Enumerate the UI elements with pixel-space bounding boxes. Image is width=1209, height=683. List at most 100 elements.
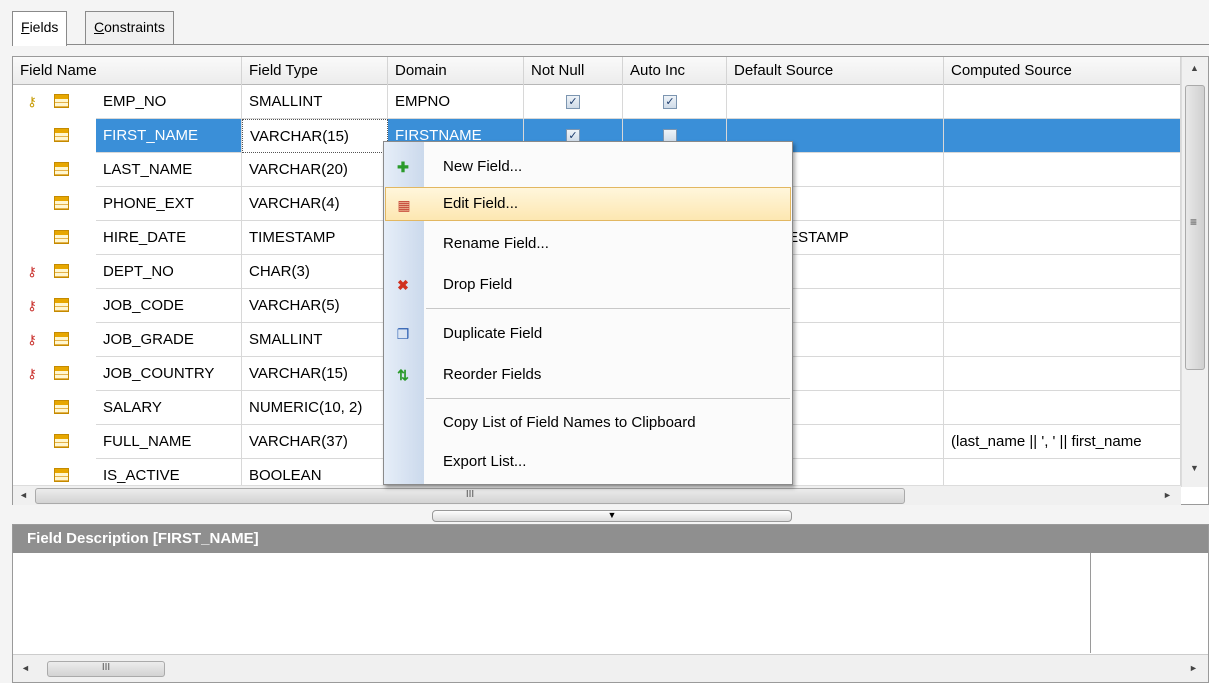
field-type-cell[interactable]: VARCHAR(15) [242, 119, 388, 153]
menu-item-edit-field-label: Edit Field... [443, 195, 519, 212]
field-type-cell[interactable]: SMALLINT [242, 85, 388, 119]
context-menu: ✚ New Field... ▦ Edit Field... Rename Fi… [383, 141, 793, 485]
tab-fields-accel: F [21, 19, 30, 35]
menu-item-new-field[interactable]: ✚ New Field... [385, 150, 791, 184]
field-type-cell[interactable]: VARCHAR(5) [242, 289, 388, 323]
field-icon [54, 366, 69, 380]
drop-field-icon: ✖ [397, 277, 409, 293]
row-icon-cell [13, 425, 96, 459]
vertical-scrollbar[interactable]: ▲ ≡ ▼ [1181, 57, 1208, 487]
computed-source-cell[interactable] [944, 221, 1181, 255]
field-name-cell[interactable]: DEPT_NO [96, 255, 242, 289]
menu-item-copy-field-names[interactable]: Copy List of Field Names to Clipboard [385, 406, 791, 440]
tab-constraints[interactable]: Constraints [85, 11, 174, 44]
field-icon [54, 468, 69, 482]
field-type-cell[interactable]: VARCHAR(37) [242, 425, 388, 459]
menu-item-drop-field[interactable]: ✖ Drop Field [385, 268, 791, 302]
not-null-cell[interactable]: ✓ [524, 85, 623, 119]
field-name-cell[interactable]: PHONE_EXT [96, 187, 242, 221]
scroll-grip-icon: ≡ [1190, 215, 1198, 229]
domain-cell[interactable]: EMPNO [388, 85, 524, 119]
field-icon [54, 332, 69, 346]
field-type-cell[interactable]: VARCHAR(20) [242, 153, 388, 187]
field-type-cell[interactable]: NUMERIC(10, 2) [242, 391, 388, 425]
checkbox[interactable]: ✓ [663, 95, 677, 109]
menu-separator [426, 308, 790, 309]
scroll-down-icon[interactable]: ▼ [1190, 463, 1199, 473]
field-name-cell[interactable]: FIRST_NAME [96, 119, 242, 153]
menu-item-reorder-fields-label: Reorder Fields [443, 366, 542, 383]
desc-scroll-left-icon[interactable]: ◄ [21, 663, 30, 673]
computed-source-cell[interactable] [944, 119, 1181, 153]
scroll-right-icon[interactable]: ► [1163, 490, 1172, 500]
computed-source-cell[interactable] [944, 255, 1181, 289]
field-description-editor[interactable] [13, 553, 1090, 653]
default-source-cell[interactable] [727, 85, 944, 119]
field-icon [54, 230, 69, 244]
menu-item-drop-field-label: Drop Field [443, 276, 513, 293]
row-icon-cell [13, 391, 96, 425]
field-name-cell[interactable]: LAST_NAME [96, 153, 242, 187]
computed-source-cell[interactable] [944, 289, 1181, 323]
field-icon [54, 128, 69, 142]
computed-source-cell[interactable]: (last_name || ', ' || first_name [944, 425, 1181, 459]
field-type-cell[interactable]: TIMESTAMP [242, 221, 388, 255]
field-name-cell[interactable]: HIRE_DATE [96, 221, 242, 255]
menu-item-reorder-fields[interactable]: ⇅ Reorder Fields [385, 358, 791, 392]
menu-item-edit-field[interactable]: ▦ Edit Field... [385, 187, 791, 221]
desc-scroll-right-icon[interactable]: ► [1189, 663, 1198, 673]
table-row[interactable]: ⚷ EMP_NO SMALLINT EMPNO ✓ ✓ [13, 85, 1181, 119]
description-horizontal-scrollbar[interactable]: ◄ III ► [13, 654, 1208, 682]
field-name-cell[interactable]: SALARY [96, 391, 242, 425]
tab-fields[interactable]: Fields [12, 11, 68, 46]
computed-source-cell[interactable] [944, 153, 1181, 187]
field-type-cell[interactable]: CHAR(3) [242, 255, 388, 289]
field-icon [54, 162, 69, 176]
desc-scroll-thumb[interactable]: III [47, 661, 165, 677]
desc-scroll-grip: III [101, 662, 111, 673]
checkbox[interactable]: ✓ [566, 95, 580, 109]
column-header-not-null[interactable]: Not Null [524, 57, 623, 85]
menu-item-rename-field[interactable]: Rename Field... [385, 227, 791, 261]
auto-inc-cell[interactable]: ✓ [623, 85, 727, 119]
computed-source-cell[interactable] [944, 391, 1181, 425]
column-header-domain[interactable]: Domain [388, 57, 524, 85]
panel-splitter[interactable]: ▼ [432, 510, 792, 522]
scroll-up-icon[interactable]: ▲ [1190, 63, 1199, 73]
computed-source-cell[interactable] [944, 323, 1181, 357]
edit-field-icon: ▦ [397, 197, 411, 213]
field-name-cell[interactable]: FULL_NAME [96, 425, 242, 459]
tab-constraints-label: onstraints [104, 19, 165, 35]
field-type-cell[interactable]: VARCHAR(4) [242, 187, 388, 221]
field-name-cell[interactable]: JOB_GRADE [96, 323, 242, 357]
field-name-cell[interactable]: JOB_CODE [96, 289, 242, 323]
row-icon-cell: ⚷ [13, 289, 96, 323]
computed-source-cell[interactable] [944, 357, 1181, 391]
menu-item-export-list[interactable]: Export List... [385, 445, 791, 479]
field-description-title: Field Description [FIRST_NAME] [13, 525, 1208, 553]
horizontal-scroll-thumb[interactable]: III [35, 488, 905, 504]
column-header-field-type[interactable]: Field Type [242, 57, 388, 85]
menu-separator [426, 398, 790, 399]
row-icon-cell: ⚷ [13, 255, 96, 289]
column-header-computed-source[interactable]: Computed Source [944, 57, 1181, 85]
field-name-cell[interactable]: EMP_NO [96, 85, 242, 119]
column-header-default-source[interactable]: Default Source [727, 57, 944, 85]
field-name-cell[interactable]: JOB_COUNTRY [96, 357, 242, 391]
column-header-field-name[interactable]: Field Name [13, 57, 242, 85]
menu-item-duplicate-field-label: Duplicate Field [443, 325, 543, 342]
computed-source-cell[interactable] [944, 85, 1181, 119]
column-header-auto-inc[interactable]: Auto Inc [623, 57, 727, 85]
grid-header: Field Name Field Type Domain Not Null Au… [13, 57, 1181, 85]
field-icon [54, 298, 69, 312]
primary-key-icon: ⚷ [27, 94, 37, 109]
description-divider [1090, 553, 1091, 653]
computed-source-cell[interactable] [944, 187, 1181, 221]
horizontal-scrollbar[interactable]: ◄ III ► [13, 485, 1181, 505]
scroll-left-icon[interactable]: ◄ [19, 490, 28, 500]
field-type-cell[interactable]: SMALLINT [242, 323, 388, 357]
foreign-key-icon: ⚷ [27, 264, 37, 279]
field-icon [54, 196, 69, 210]
field-type-cell[interactable]: VARCHAR(15) [242, 357, 388, 391]
menu-item-duplicate-field[interactable]: ❐ Duplicate Field [385, 317, 791, 351]
